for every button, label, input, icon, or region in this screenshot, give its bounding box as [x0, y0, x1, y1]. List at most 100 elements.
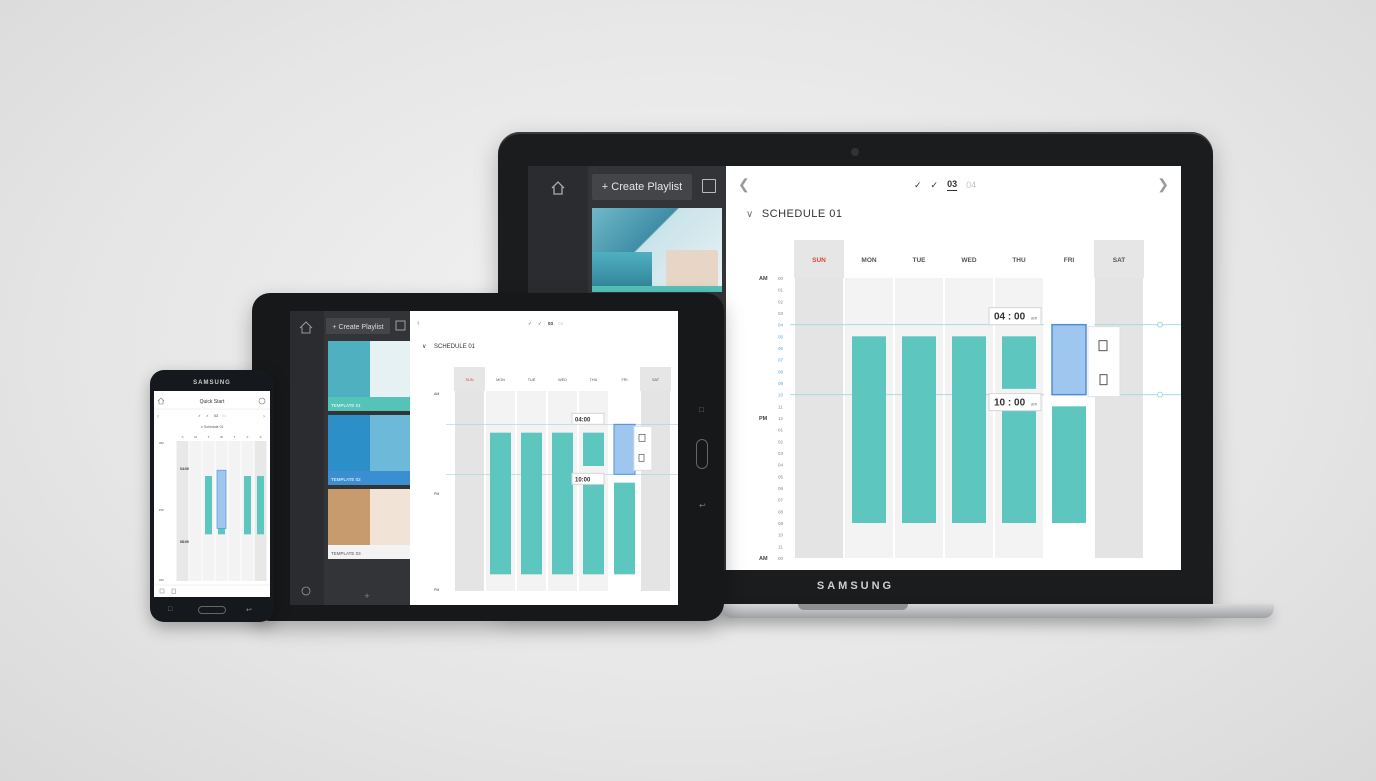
day-label: S	[181, 435, 183, 439]
step-2: ✓	[538, 321, 542, 326]
day-column	[795, 278, 843, 558]
hour-label: 11	[778, 404, 783, 409]
start-time-tag: 04:00	[180, 467, 189, 471]
schedule-bar	[852, 336, 886, 523]
day-label: W	[220, 435, 223, 439]
schedule-bar	[552, 432, 573, 575]
day-label: SUN	[812, 257, 826, 264]
chevron-left-icon: ‹	[417, 318, 420, 327]
schedule-panel: ❮ ✓ ✓ 03 04 ❯ ∨ SCHEDULE 01 SUN MON TUE WED T…	[726, 166, 1181, 570]
template-name: TEMPLATE 01	[331, 403, 361, 408]
hour-label: 09	[778, 381, 784, 386]
hour-label: 01	[778, 428, 784, 433]
phone-ui[interactable]: Quick Start‹ ›✓ ✓ 03 04∨ Schedule 01S M T W T F SA…	[154, 391, 270, 597]
pm-label: PM	[159, 508, 164, 512]
step-4[interactable]: 04	[966, 180, 976, 190]
day-label: THU	[590, 378, 598, 382]
start-time-tag: 04:00	[575, 417, 591, 423]
day-label: WED	[961, 257, 976, 264]
day-label: SAT	[652, 378, 660, 382]
template-image	[328, 489, 370, 545]
schedule-grid[interactable]: SUN MON TUE WED THU FRI SAT 00 01 02 03 04 05 06 07 08 0…	[726, 240, 1181, 570]
day-label: FRI	[621, 378, 627, 382]
hour-label: 10	[778, 533, 784, 538]
day-label: TUE	[913, 257, 927, 264]
hour-label: 04	[778, 463, 784, 468]
hour-label: 05	[778, 334, 784, 339]
end-time-tag: 10:00	[575, 477, 591, 483]
laptop-notch	[798, 604, 908, 610]
schedule-bar	[902, 336, 936, 523]
create-playlist-button[interactable]: + Create Playlist	[592, 174, 692, 200]
schedule-bar	[244, 476, 251, 535]
add-playlist-icon: +	[364, 591, 369, 601]
hour-label: 10	[778, 393, 784, 398]
step-1: ✓	[528, 321, 532, 326]
start-time-tag-suffix: am	[1031, 316, 1038, 321]
schedule-title-text: SCHEDULE 01	[761, 208, 843, 220]
home-button[interactable]	[198, 606, 226, 614]
step-4: 04	[222, 414, 226, 418]
hour-label: 08	[778, 509, 784, 514]
day-label: F	[247, 435, 249, 439]
step-3[interactable]: 03	[947, 179, 958, 191]
schedule-bar	[257, 476, 264, 535]
am-label: AM	[434, 392, 439, 396]
day-label: TUE	[528, 378, 536, 382]
day-column	[455, 391, 484, 591]
camera	[851, 148, 859, 156]
step-1: ✓	[198, 414, 201, 418]
tablet-ui[interactable]: + Create Playlist TEMPLATE 01 TEMPLATE 02 T…	[290, 311, 678, 605]
recent-apps-icon[interactable]: □	[699, 405, 704, 414]
action-popup	[1087, 326, 1121, 398]
chevron-right-icon[interactable]: ❯	[1157, 176, 1169, 193]
step-4: 04	[558, 321, 564, 326]
chevron-right-icon: ›	[263, 414, 265, 420]
nav-sidebar	[290, 311, 324, 605]
hour-label: 05	[778, 474, 784, 479]
am-label: AM	[159, 441, 164, 445]
back-icon[interactable]: ↩	[246, 606, 252, 614]
step-1[interactable]: ✓	[914, 180, 922, 191]
schedule-title[interactable]: ∨ SCHEDULE 01	[746, 208, 843, 220]
schedule-bar	[614, 482, 635, 575]
quick-start-title: Quick Start	[200, 399, 225, 405]
tablet: + Create Playlist TEMPLATE 01 TEMPLATE 02 T…	[252, 293, 724, 621]
hour-label: 12	[778, 416, 784, 421]
time-guide-handle	[1157, 321, 1163, 328]
back-icon[interactable]: ↩	[699, 501, 706, 510]
am-label: AM	[759, 556, 768, 562]
home-button[interactable]	[696, 439, 708, 469]
hour-label: 07	[778, 498, 784, 503]
schedule-title: ∨ Schedule 01	[201, 425, 224, 429]
end-time-tag-suffix: am	[1031, 402, 1038, 407]
pm-label: PM	[759, 416, 768, 422]
hour-label: 07	[778, 358, 784, 363]
step-indicator: ✓ ✓ 03 04	[914, 179, 976, 191]
chevron-left-icon[interactable]: ❮	[738, 176, 750, 193]
day-column	[1095, 278, 1143, 558]
recent-apps-icon[interactable]: □	[168, 606, 172, 613]
phone-screen: Quick Start ‹ › ✓ ✓ 03 04 ∨ Schedule 01 S M T W T F S A…	[154, 391, 270, 597]
day-column	[641, 391, 670, 591]
day-label: S	[259, 435, 261, 439]
day-label: T	[234, 435, 236, 439]
hour-label: 08	[778, 369, 784, 374]
home-icon[interactable]	[550, 180, 566, 196]
day-label: THU	[1012, 257, 1026, 264]
selected-schedule-bar	[1051, 323, 1087, 396]
add-content-icon[interactable]	[702, 179, 716, 193]
schedule-bar	[952, 336, 986, 523]
template-thumbnail[interactable]	[592, 208, 722, 292]
create-playlist-label: + Create Playlist	[332, 324, 383, 331]
step-3: 03	[214, 414, 218, 418]
people-image	[666, 250, 718, 288]
am-label: AM	[759, 276, 768, 282]
step-2[interactable]: ✓	[931, 180, 939, 191]
hour-label: 06	[778, 486, 784, 491]
schedule-bar	[583, 482, 604, 575]
tablet-screen: + Create Playlist TEMPLATE 01 TEMPLATE 02 T…	[290, 311, 678, 605]
product-showcase: + Create Playlist ❮ ✓ ✓ 03 04 ❯ ∨ SCHEDU…	[0, 0, 1376, 781]
template-name: TEMPLATE 03	[331, 551, 361, 556]
time-guide-handle	[1157, 391, 1163, 398]
